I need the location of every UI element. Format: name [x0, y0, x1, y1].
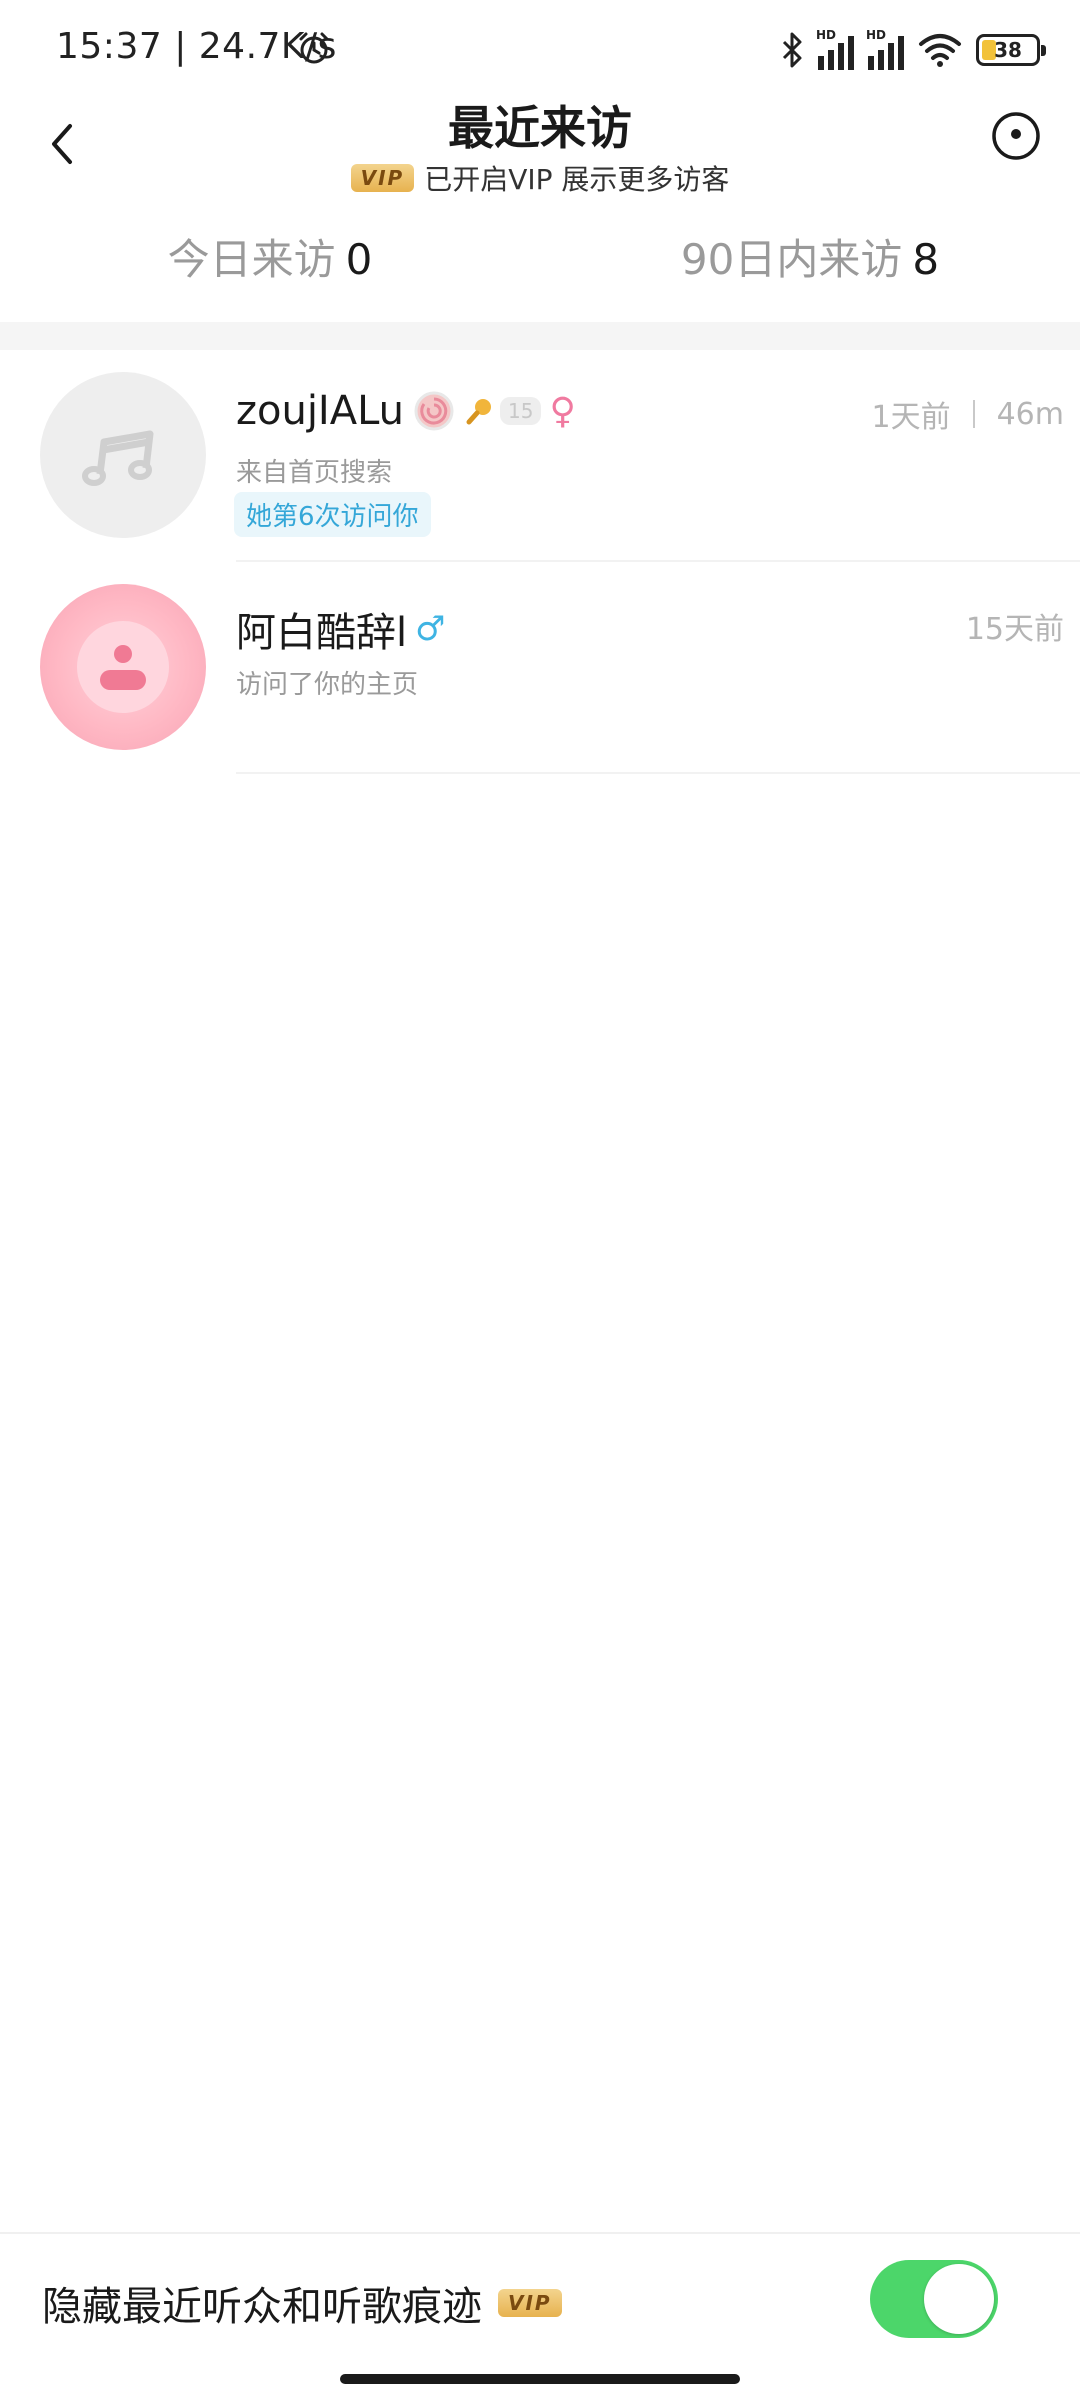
visitor-name: 阿白酷辞l [236, 610, 408, 656]
visit-duration: 46m [996, 396, 1064, 432]
avatar[interactable] [40, 584, 206, 750]
vip-badge: VIP [498, 2289, 562, 2317]
female-icon: ♀ [549, 390, 576, 432]
candy-badge-icon [414, 391, 454, 431]
hide-traces-label-line: 隐藏最近听众和听歌痕迹 VIP [42, 2274, 562, 2332]
visitor-list: zoujIALu 15 ♀ 1天前 46m 来自首页搜索 她第6次访问你 阿白酷… [0, 350, 1080, 774]
hide-traces-setting: 隐藏最近听众和听歌痕迹 VIP [0, 2232, 1080, 2364]
visitor-name: zoujIALu [236, 388, 405, 434]
default-user-icon [77, 621, 169, 713]
settings-icon[interactable] [988, 108, 1044, 164]
music-note-icon [82, 430, 154, 486]
toggle-knob [924, 2264, 994, 2334]
visit-source: 访问了你的主页 [236, 670, 419, 700]
tab-90-days-count: 8 [912, 235, 940, 284]
vip-subtitle: VIP 已开启VIP 展示更多访客 [0, 158, 1080, 198]
visit-meta: 15天前 [966, 604, 1064, 648]
status-icons: HD HD 38 [780, 26, 1046, 74]
status-bar: 15:37 | 24.7K/s HD HD 38 [0, 0, 1080, 100]
battery-level: 38 [994, 38, 1022, 62]
visitor-row[interactable]: zoujIALu 15 ♀ 1天前 46m 来自首页搜索 她第6次访问你 [0, 350, 1080, 562]
visitor-name-line: zoujIALu 15 ♀ [236, 388, 576, 434]
visit-source: 来自首页搜索 [236, 458, 393, 488]
status-time-speed: 15:37 | 24.7K/s [56, 26, 337, 67]
microphone-icon [466, 399, 492, 425]
level-number: 15 [500, 397, 542, 425]
male-icon: ♂ [415, 609, 446, 649]
signal-icon: HD [816, 28, 854, 70]
tab-today[interactable]: 今日来访 0 [0, 218, 540, 302]
hide-traces-label: 隐藏最近听众和听歌痕迹 [42, 2284, 482, 2330]
hd-label-2: HD [866, 28, 887, 42]
alarm-icon [299, 32, 329, 64]
visit-meta: 1天前 46m [872, 392, 1065, 436]
tab-90-days-label: 90日内来访 [680, 235, 903, 284]
battery-icon: 38 [976, 34, 1046, 66]
page-title: 最近来访 [448, 101, 632, 155]
tab-today-count: 0 [345, 235, 373, 284]
meta-divider [972, 400, 975, 428]
home-indicator[interactable] [340, 2374, 740, 2384]
hd-label: HD [816, 28, 837, 42]
level-badge: 15 [464, 395, 542, 427]
row-divider [236, 772, 1080, 774]
vip-subtitle-text: 已开启VIP 展示更多访客 [424, 163, 730, 196]
visitor-row[interactable]: 阿白酷辞l ♂ 15天前 访问了你的主页 [0, 562, 1080, 774]
wifi-icon [919, 34, 961, 67]
visit-time: 1天前 [871, 400, 951, 435]
visit-tabs: 今日来访 0 90日内来访 8 [0, 218, 1080, 302]
hide-traces-toggle[interactable] [870, 2260, 998, 2338]
vip-badge: VIP [350, 164, 415, 192]
tab-today-label: 今日来访 [167, 235, 336, 284]
avatar[interactable] [40, 372, 206, 538]
section-divider [0, 322, 1080, 350]
tab-90-days[interactable]: 90日内来访 8 [540, 218, 1080, 302]
visit-time: 15天前 [965, 612, 1064, 647]
visit-count-tag: 她第6次访问你 [234, 492, 431, 537]
visitor-name-line: 阿白酷辞l ♂ [236, 600, 446, 658]
signal-icon-2: HD [866, 28, 904, 70]
bluetooth-icon [782, 32, 802, 68]
header: 最近来访 VIP 已开启VIP 展示更多访客 [0, 88, 1080, 198]
